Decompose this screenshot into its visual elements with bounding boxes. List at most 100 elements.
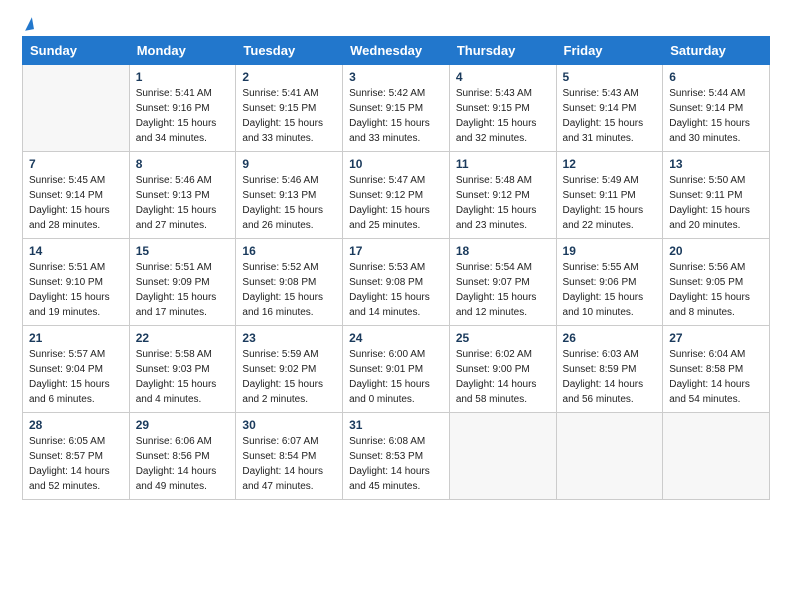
calendar-col-monday: Monday [129, 37, 236, 65]
day-info: Sunrise: 6:06 AM Sunset: 8:56 PM Dayligh… [136, 434, 230, 494]
day-number: 12 [563, 157, 657, 171]
calendar-cell: 22Sunrise: 5:58 AM Sunset: 9:03 PM Dayli… [129, 326, 236, 413]
calendar-cell: 7 Sunrise: 5:45 AM Sunset: 9:14 PM Daylig… [23, 152, 130, 239]
calendar-cell: 6 Sunrise: 5:44 AM Sunset: 9:14 PM Daylig… [663, 65, 770, 152]
day-info: Sunrise: 5:45 AM Sunset: 9:14 PM Dayligh… [29, 173, 123, 233]
day-info: Sunrise: 6:02 AM Sunset: 9:00 PM Dayligh… [456, 347, 550, 407]
calendar-cell: 19 Sunrise: 5:55 AM Sunset: 9:06 PM Dayli… [556, 239, 663, 326]
calendar-cell: 8 Sunrise: 5:46 AM Sunset: 9:13 PM Daylig… [129, 152, 236, 239]
day-number: 6 [669, 70, 763, 84]
day-number: 16 [242, 244, 336, 258]
day-info: Sunrise: 5:51 AM Sunset: 9:09 PM Dayligh… [136, 260, 230, 320]
day-number: 25 [456, 331, 550, 345]
calendar-week-row: 1 Sunrise: 5:41 AM Sunset: 9:16 PM Daylig… [23, 65, 770, 152]
calendar-cell: 9 Sunrise: 5:46 AM Sunset: 9:13 PM Daylig… [236, 152, 343, 239]
day-info: Sunrise: 6:05 AM Sunset: 8:57 PM Dayligh… [29, 434, 123, 494]
calendar-cell [556, 413, 663, 500]
calendar-cell [23, 65, 130, 152]
day-info: Sunrise: 5:57 AM Sunset: 9:04 PM Dayligh… [29, 347, 123, 407]
day-number: 14 [29, 244, 123, 258]
day-number: 31 [349, 418, 443, 432]
calendar-cell: 17Sunrise: 5:53 AM Sunset: 9:08 PM Dayli… [343, 239, 450, 326]
day-info: Sunrise: 5:53 AM Sunset: 9:08 PM Dayligh… [349, 260, 443, 320]
day-number: 30 [242, 418, 336, 432]
day-info: Sunrise: 5:50 AM Sunset: 9:11 PM Dayligh… [669, 173, 763, 233]
day-info: Sunrise: 5:46 AM Sunset: 9:13 PM Dayligh… [136, 173, 230, 233]
day-info: Sunrise: 5:51 AM Sunset: 9:10 PM Dayligh… [29, 260, 123, 320]
day-info: Sunrise: 5:59 AM Sunset: 9:02 PM Dayligh… [242, 347, 336, 407]
calendar-cell: 14 Sunrise: 5:51 AM Sunset: 9:10 PM Dayli… [23, 239, 130, 326]
day-number: 11 [456, 157, 550, 171]
header [22, 18, 770, 30]
calendar-cell: 18 Sunrise: 5:54 AM Sunset: 9:07 PM Dayli… [449, 239, 556, 326]
logo-icon [23, 17, 34, 30]
day-info: Sunrise: 5:49 AM Sunset: 9:11 PM Dayligh… [563, 173, 657, 233]
calendar-week-row: 28 Sunrise: 6:05 AM Sunset: 8:57 PM Dayli… [23, 413, 770, 500]
page: SundayMondayTuesdayWednesdayThursdayFrid… [0, 0, 792, 518]
day-info: Sunrise: 5:54 AM Sunset: 9:07 PM Dayligh… [456, 260, 550, 320]
day-info: Sunrise: 6:08 AM Sunset: 8:53 PM Dayligh… [349, 434, 443, 494]
day-number: 19 [563, 244, 657, 258]
calendar-col-tuesday: Tuesday [236, 37, 343, 65]
day-info: Sunrise: 5:43 AM Sunset: 9:15 PM Dayligh… [456, 86, 550, 146]
day-info: Sunrise: 6:00 AM Sunset: 9:01 PM Dayligh… [349, 347, 443, 407]
day-number: 28 [29, 418, 123, 432]
day-info: Sunrise: 5:55 AM Sunset: 9:06 PM Dayligh… [563, 260, 657, 320]
calendar-cell [663, 413, 770, 500]
day-info: Sunrise: 5:43 AM Sunset: 9:14 PM Dayligh… [563, 86, 657, 146]
calendar-cell: 5 Sunrise: 5:43 AM Sunset: 9:14 PM Daylig… [556, 65, 663, 152]
day-number: 18 [456, 244, 550, 258]
day-info: Sunrise: 5:41 AM Sunset: 9:16 PM Dayligh… [136, 86, 230, 146]
day-info: Sunrise: 5:41 AM Sunset: 9:15 PM Dayligh… [242, 86, 336, 146]
day-number: 1 [136, 70, 230, 84]
calendar-cell: 31 Sunrise: 6:08 AM Sunset: 8:53 PM Dayli… [343, 413, 450, 500]
day-info: Sunrise: 5:47 AM Sunset: 9:12 PM Dayligh… [349, 173, 443, 233]
day-number: 8 [136, 157, 230, 171]
day-number: 27 [669, 331, 763, 345]
calendar-cell: 11 Sunrise: 5:48 AM Sunset: 9:12 PM Dayli… [449, 152, 556, 239]
day-number: 20 [669, 244, 763, 258]
calendar-cell: 13 Sunrise: 5:50 AM Sunset: 9:11 PM Dayli… [663, 152, 770, 239]
calendar-cell: 27 Sunrise: 6:04 AM Sunset: 8:58 PM Dayli… [663, 326, 770, 413]
calendar-cell: 24Sunrise: 6:00 AM Sunset: 9:01 PM Dayli… [343, 326, 450, 413]
day-info: Sunrise: 6:07 AM Sunset: 8:54 PM Dayligh… [242, 434, 336, 494]
day-info: Sunrise: 5:44 AM Sunset: 9:14 PM Dayligh… [669, 86, 763, 146]
calendar-week-row: 7 Sunrise: 5:45 AM Sunset: 9:14 PM Daylig… [23, 152, 770, 239]
day-info: Sunrise: 5:52 AM Sunset: 9:08 PM Dayligh… [242, 260, 336, 320]
day-number: 5 [563, 70, 657, 84]
calendar-col-sunday: Sunday [23, 37, 130, 65]
calendar-cell: 12 Sunrise: 5:49 AM Sunset: 9:11 PM Dayli… [556, 152, 663, 239]
day-number: 10 [349, 157, 443, 171]
calendar-header-row: SundayMondayTuesdayWednesdayThursdayFrid… [23, 37, 770, 65]
day-number: 29 [136, 418, 230, 432]
logo [22, 18, 33, 30]
calendar-cell: 28 Sunrise: 6:05 AM Sunset: 8:57 PM Dayli… [23, 413, 130, 500]
calendar-col-saturday: Saturday [663, 37, 770, 65]
calendar-cell: 4 Sunrise: 5:43 AM Sunset: 9:15 PM Daylig… [449, 65, 556, 152]
calendar-cell: 25 Sunrise: 6:02 AM Sunset: 9:00 PM Dayli… [449, 326, 556, 413]
day-info: Sunrise: 5:42 AM Sunset: 9:15 PM Dayligh… [349, 86, 443, 146]
calendar-table: SundayMondayTuesdayWednesdayThursdayFrid… [22, 36, 770, 500]
calendar-week-row: 14 Sunrise: 5:51 AM Sunset: 9:10 PM Dayli… [23, 239, 770, 326]
calendar-col-wednesday: Wednesday [343, 37, 450, 65]
day-number: 13 [669, 157, 763, 171]
day-number: 3 [349, 70, 443, 84]
calendar-cell: 23Sunrise: 5:59 AM Sunset: 9:02 PM Dayli… [236, 326, 343, 413]
calendar-cell: 20 Sunrise: 5:56 AM Sunset: 9:05 PM Dayli… [663, 239, 770, 326]
day-number: 4 [456, 70, 550, 84]
day-number: 21 [29, 331, 123, 345]
day-number: 7 [29, 157, 123, 171]
calendar-cell: 10 Sunrise: 5:47 AM Sunset: 9:12 PM Dayli… [343, 152, 450, 239]
calendar-cell: 1 Sunrise: 5:41 AM Sunset: 9:16 PM Daylig… [129, 65, 236, 152]
day-info: Sunrise: 5:48 AM Sunset: 9:12 PM Dayligh… [456, 173, 550, 233]
calendar-week-row: 21 Sunrise: 5:57 AM Sunset: 9:04 PM Dayli… [23, 326, 770, 413]
calendar-col-thursday: Thursday [449, 37, 556, 65]
calendar-col-friday: Friday [556, 37, 663, 65]
day-info: Sunrise: 5:56 AM Sunset: 9:05 PM Dayligh… [669, 260, 763, 320]
calendar-cell: 26Sunrise: 6:03 AM Sunset: 8:59 PM Dayli… [556, 326, 663, 413]
day-info: Sunrise: 6:04 AM Sunset: 8:58 PM Dayligh… [669, 347, 763, 407]
calendar-cell: 3 Sunrise: 5:42 AM Sunset: 9:15 PM Daylig… [343, 65, 450, 152]
day-number: 9 [242, 157, 336, 171]
day-info: Sunrise: 5:46 AM Sunset: 9:13 PM Dayligh… [242, 173, 336, 233]
day-info: Sunrise: 5:58 AM Sunset: 9:03 PM Dayligh… [136, 347, 230, 407]
